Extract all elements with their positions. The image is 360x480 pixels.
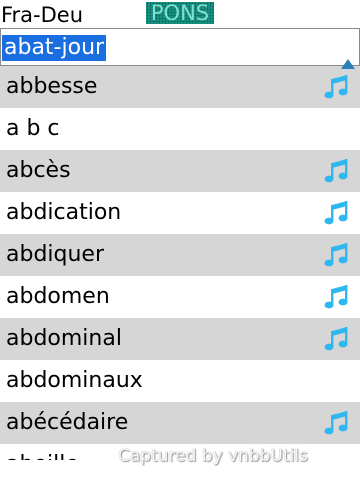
dictionary-screen: Fra-Deu PONS abat-jour abbéabbessea b ca…	[0, 0, 360, 480]
music-note-icon[interactable]	[322, 409, 350, 437]
word-label: abdomen	[6, 284, 110, 309]
word-label: a b c	[6, 116, 60, 141]
word-list-item[interactable]: abdication	[0, 192, 360, 234]
music-note-icon[interactable]	[322, 325, 350, 353]
word-label: abécédaire	[6, 410, 129, 435]
word-list-item[interactable]: abécédaire	[0, 402, 360, 444]
word-label: abdominaux	[6, 368, 143, 393]
word-label: abdominal	[6, 326, 122, 351]
word-list-item[interactable]: abcès	[0, 150, 360, 192]
word-list-item[interactable]: abdiquer	[0, 234, 360, 276]
word-list-item[interactable]: abdominaux	[0, 360, 360, 402]
word-label: abcès	[6, 158, 71, 183]
capture-watermark: Captured by vnbbUtils	[118, 446, 308, 466]
word-label: abdiquer	[6, 242, 105, 267]
word-label: abeille	[6, 444, 79, 460]
music-note-icon[interactable]	[322, 199, 350, 227]
search-input[interactable]	[1, 29, 341, 65]
word-list[interactable]: abbéabbessea b cabcèsabdicationabdiquera…	[0, 24, 360, 460]
word-label: abbesse	[6, 74, 98, 99]
search-box[interactable]: abat-jour	[0, 28, 360, 66]
word-list-item[interactable]: abdomen	[0, 276, 360, 318]
word-list-item[interactable]: abdominal	[0, 318, 360, 360]
music-note-icon[interactable]	[322, 73, 350, 101]
music-note-icon[interactable]	[322, 241, 350, 269]
music-note-icon[interactable]	[322, 283, 350, 311]
word-list-item[interactable]: abbesse	[0, 66, 360, 108]
word-label: abdication	[6, 200, 122, 225]
pons-logo: PONS	[146, 2, 214, 25]
music-note-icon[interactable]	[322, 157, 350, 185]
word-list-item[interactable]: a b c	[0, 108, 360, 150]
scroll-up-icon[interactable]	[340, 58, 356, 70]
